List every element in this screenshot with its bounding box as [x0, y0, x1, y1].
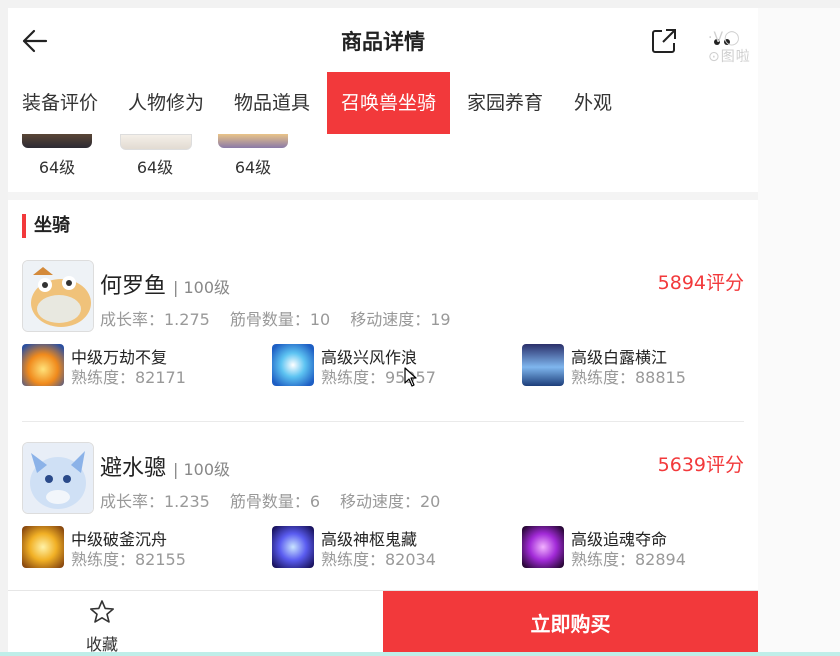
skill-proficiency: 熟练度：82171	[71, 368, 186, 387]
mount-name: 何罗鱼 | 100级	[100, 274, 231, 299]
mount-card[interactable]: 何罗鱼 | 100级 5894评分 成长率：1.275 筋骨数量：10 移动速度：1…	[8, 260, 758, 425]
tab-character-cultivation[interactable]: 人物修为	[114, 72, 218, 134]
pet-avatar[interactable]	[22, 134, 92, 148]
tab-home[interactable]: 家园养育	[453, 72, 557, 134]
soul-skill-icon	[522, 526, 564, 568]
app-screen: 商品详情 ·V◯ ⊙图啦 装备评价 人物修为 物品道具 召唤兽坐骑 家园养育 外…	[8, 8, 758, 656]
river-skill-icon	[522, 344, 564, 386]
bottom-action-bar: 收藏 立即购买	[8, 590, 758, 656]
bone-count: 筋骨数量：10	[229, 310, 331, 329]
background-strip	[758, 8, 840, 656]
tab-appearance[interactable]: 外观	[560, 72, 626, 134]
mount-avatar	[22, 442, 94, 514]
favorite-button[interactable]: 收藏	[8, 591, 196, 656]
screen-edge	[0, 652, 840, 656]
pet-avatar[interactable]	[218, 134, 288, 148]
share-icon[interactable]	[650, 27, 678, 55]
skill-item[interactable]: 高级白露横江 熟练度：88815	[522, 344, 758, 388]
tab-summons-mounts[interactable]: 召唤兽坐骑	[327, 72, 451, 134]
bone-count: 筋骨数量：6	[229, 492, 320, 511]
fire-skill-icon	[22, 344, 64, 386]
pet-avatar[interactable]	[120, 134, 192, 150]
section-title: 坐骑	[22, 214, 70, 238]
buy-now-button[interactable]: 立即购买	[383, 591, 758, 656]
skill-proficiency: 熟练度：88815	[571, 368, 686, 387]
pet-level: 64级	[136, 158, 174, 177]
mount-card[interactable]: 避水骢 | 100级 5639评分 成长率：1.235 筋骨数量：6 移动速度：20…	[8, 442, 758, 607]
skill-item[interactable]: 中级破釜沉舟 熟练度：82155	[22, 526, 262, 570]
divider	[22, 421, 744, 422]
skill-proficiency: 熟练度：95957	[321, 368, 436, 387]
skill-item[interactable]: 高级兴风作浪 熟练度：95957	[272, 344, 512, 388]
wind-skill-icon	[272, 344, 314, 386]
spirit-skill-icon	[272, 526, 314, 568]
move-speed: 移动速度：19	[350, 310, 451, 329]
move-speed: 移动速度：20	[340, 492, 441, 511]
skill-item[interactable]: 中级万劫不复 熟练度：82171	[22, 344, 262, 388]
mount-level: | 100级	[173, 278, 231, 297]
mount-score: 5639评分	[657, 454, 744, 476]
growth-rate: 成长率：1.235	[100, 492, 210, 511]
star-icon	[90, 600, 114, 623]
tab-equipment-review[interactable]: 装备评价	[8, 72, 112, 134]
mount-stats: 成长率：1.235 筋骨数量：6 移动速度：20	[100, 488, 460, 512]
shield-skill-icon	[22, 526, 64, 568]
category-tabs: 装备评价 人物修为 物品道具 召唤兽坐骑 家园养育 外观	[8, 72, 758, 135]
mouse-cursor-icon	[404, 367, 417, 387]
mount-stats: 成长率：1.275 筋骨数量：10 移动速度：19	[100, 306, 471, 330]
growth-rate: 成长率：1.275	[100, 310, 210, 329]
mount-name: 避水骢 | 100级	[100, 456, 231, 481]
skill-item[interactable]: 高级追魂夺命 熟练度：82894	[522, 526, 758, 570]
mount-score: 5894评分	[657, 272, 744, 294]
summons-list: 64级 64级 64级	[8, 134, 758, 192]
tab-items[interactable]: 物品道具	[220, 72, 324, 134]
pet-level: 64级	[234, 158, 272, 177]
mount-level: | 100级	[173, 460, 231, 479]
skill-proficiency: 熟练度：82034	[321, 550, 436, 569]
skill-proficiency: 熟练度：82894	[571, 550, 686, 569]
skill-proficiency: 熟练度：82155	[71, 550, 186, 569]
mounts-section: 坐骑 何罗鱼 | 100级 5894评分 成长率：1.275 筋骨数量：10 移动速…	[8, 200, 758, 600]
top-bar: 商品详情 ·V◯ ⊙图啦	[8, 8, 758, 73]
page-title: 商品详情	[341, 30, 425, 54]
pet-level: 64级	[38, 158, 76, 177]
watermark: ·V◯ ⊙图啦	[708, 30, 751, 65]
skill-item[interactable]: 高级神枢鬼藏 熟练度：82034	[272, 526, 512, 570]
mount-avatar	[22, 260, 94, 332]
